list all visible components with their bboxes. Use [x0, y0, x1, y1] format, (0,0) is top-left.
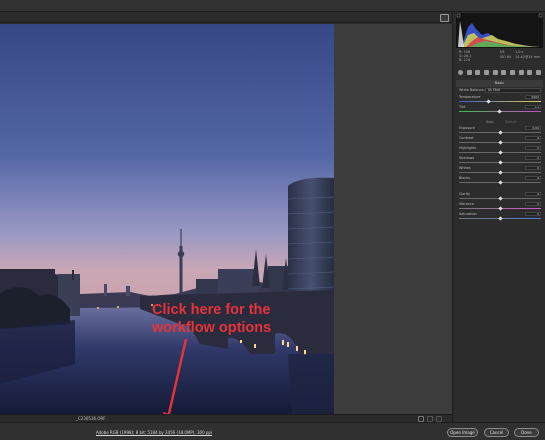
city-river-photo	[0, 24, 334, 414]
clarity-slider-handle[interactable]	[498, 196, 503, 201]
effects-tab-icon[interactable]	[509, 69, 515, 75]
preview-toolbar	[0, 12, 452, 23]
exposure-slider-handle[interactable]	[498, 130, 503, 135]
whites-value[interactable]: 0	[525, 166, 541, 170]
image-preview[interactable]	[0, 24, 334, 414]
vibrance-label: Vibrance	[459, 202, 474, 206]
tint-value[interactable]: +1	[525, 105, 541, 109]
section-title: Basic	[456, 80, 543, 87]
fullscreen-toggle-icon[interactable]	[440, 14, 449, 22]
b-value: 124	[463, 58, 471, 62]
tone-curve-tab-icon[interactable]	[466, 69, 472, 75]
b-label: B:	[459, 58, 463, 62]
blacks-slider-handle[interactable]	[498, 180, 503, 185]
contrast-value[interactable]: 0	[525, 136, 541, 140]
aperture: f/5	[500, 50, 505, 54]
whites-label: Whites	[459, 166, 471, 170]
vibrance-slider-handle[interactable]	[498, 206, 503, 211]
snapshots-tab-icon[interactable]	[535, 69, 541, 75]
split-toning-tab-icon[interactable]	[492, 69, 498, 75]
presets-tab-icon[interactable]	[527, 69, 533, 75]
highlights-label: Highlights	[459, 146, 477, 150]
auto-link[interactable]: Auto	[486, 120, 493, 124]
lens: 14-42@14 mm	[515, 55, 541, 59]
exposure-label: Exposure	[459, 126, 475, 130]
lens-corrections-tab-icon[interactable]	[501, 69, 507, 75]
temperature-label: Temperature	[459, 95, 481, 99]
adjustments-panel: R: 108 G: 26.1 B: 124 f/5 1,0 s ISO 64 1…	[452, 12, 545, 422]
cancel-button[interactable]: Cancel	[484, 428, 509, 437]
tint-label: Tint	[459, 105, 466, 109]
hsl-tab-icon[interactable]	[483, 69, 489, 75]
default-link[interactable]: Default	[505, 120, 517, 124]
basic-tab-icon[interactable]	[458, 69, 463, 75]
temperature-slider-handle[interactable]	[486, 99, 491, 104]
shadows-label: Shadows	[459, 156, 475, 160]
open-image-button[interactable]: Open Image	[447, 428, 478, 437]
highlights-slider-handle[interactable]	[498, 150, 503, 155]
shutter: 1,0 s	[515, 50, 524, 54]
iso: ISO 64	[500, 55, 512, 59]
shadows-value[interactable]: 0	[525, 156, 541, 160]
temperature-slider[interactable]	[459, 101, 541, 102]
saturation-label: Saturation	[459, 212, 477, 216]
white-balance-label: White Balance:	[459, 88, 485, 92]
contrast-label: Contrast	[459, 136, 474, 140]
white-balance-select[interactable]: As Shot	[485, 88, 541, 93]
contrast-slider-handle[interactable]	[498, 140, 503, 145]
top-toolbar	[0, 0, 545, 12]
preview-background	[334, 24, 452, 414]
action-bar: Adobe RGB (1998); 8 bit; 5184 by 3456 (1…	[0, 422, 545, 440]
saturation-slider-handle[interactable]	[498, 216, 503, 221]
tint-slider-handle[interactable]	[497, 109, 502, 114]
clarity-value[interactable]: 0	[525, 192, 541, 196]
panel-tabs	[456, 68, 543, 76]
histogram	[456, 13, 543, 48]
camera-calibration-tab-icon[interactable]	[518, 69, 524, 75]
vibrance-value[interactable]: 0	[525, 202, 541, 206]
clarity-label: Clarity	[459, 192, 471, 196]
detail-tab-icon[interactable]	[475, 69, 481, 75]
shadows-slider-handle[interactable]	[498, 160, 503, 165]
temperature-value[interactable]: 5600	[525, 95, 541, 99]
filename-bar: _C230536.ORF	[0, 414, 452, 422]
exposure-value[interactable]: 0,00	[525, 126, 541, 130]
whites-slider-handle[interactable]	[498, 170, 503, 175]
highlights-value[interactable]: 0	[525, 146, 541, 150]
saturation-value[interactable]: 0	[525, 212, 541, 216]
blacks-label: Blacks	[459, 176, 470, 180]
blacks-value[interactable]: 0	[525, 176, 541, 180]
workflow-options-link[interactable]: Adobe RGB (1998); 8 bit; 5184 by 3456 (1…	[96, 430, 212, 435]
done-button[interactable]: Done	[514, 428, 539, 437]
